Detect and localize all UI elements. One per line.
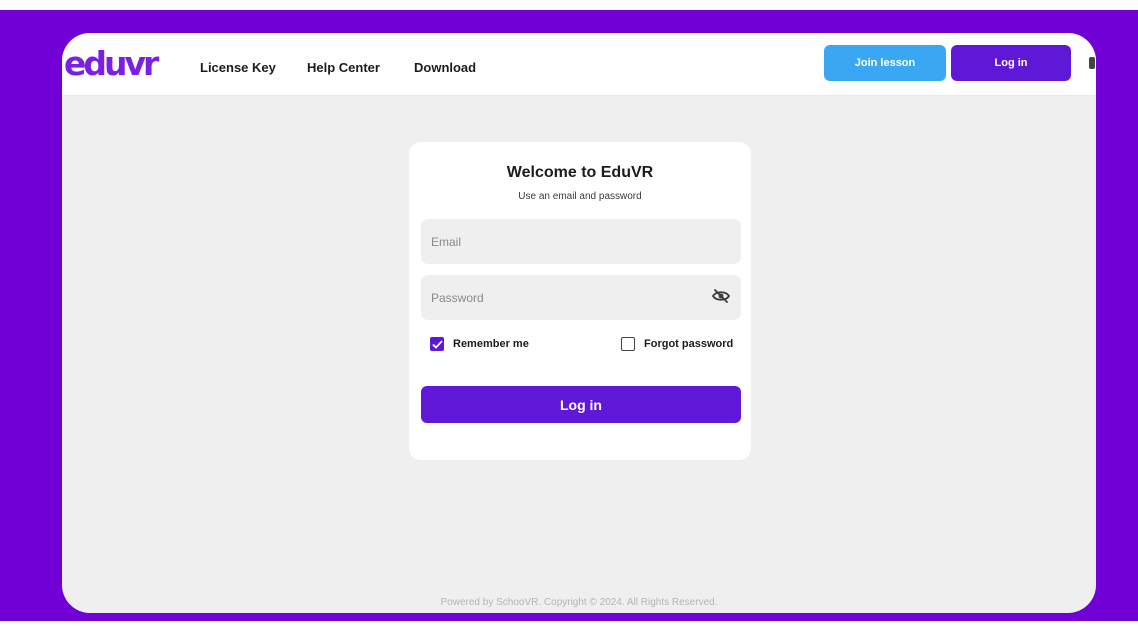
header-login-button[interactable]: Log in (951, 45, 1071, 81)
nav-download[interactable]: Download (414, 60, 476, 75)
forgot-password-label[interactable]: Forgot password (644, 338, 733, 350)
join-lesson-button[interactable]: Join lesson (824, 45, 946, 81)
remember-me-checkbox[interactable] (430, 337, 444, 351)
login-card: Welcome to EduVR Use an email and passwo… (409, 142, 751, 460)
login-submit-button[interactable]: Log in (421, 386, 741, 423)
nav-license-key[interactable]: License Key (200, 60, 276, 75)
frame-bottom-strip (0, 621, 1138, 631)
checkmark-icon (431, 339, 443, 349)
email-field[interactable] (421, 219, 741, 264)
forgot-password-checkbox[interactable] (621, 337, 635, 351)
password-field[interactable] (421, 275, 741, 320)
top-header: eduvr License Key Help Center Download J… (62, 33, 1096, 96)
app-window: eduvr License Key Help Center Download J… (62, 33, 1096, 613)
login-subtitle: Use an email and password (518, 191, 642, 202)
footer-copyright: Powered by SchooVR. Copyright © 2024. Al… (440, 597, 718, 608)
remember-me-label[interactable]: Remember me (453, 338, 529, 350)
clipped-header-element (1089, 57, 1095, 69)
nav-help-center[interactable]: Help Center (307, 60, 380, 75)
eye-slash-icon[interactable] (712, 289, 730, 303)
login-title: Welcome to EduVR (506, 164, 654, 181)
eduvr-logo[interactable]: eduvr (64, 47, 168, 83)
svg-text:eduvr: eduvr (64, 47, 160, 83)
frame-top-strip (0, 0, 1138, 10)
eduvr-logo-mark: eduvr (64, 47, 163, 83)
